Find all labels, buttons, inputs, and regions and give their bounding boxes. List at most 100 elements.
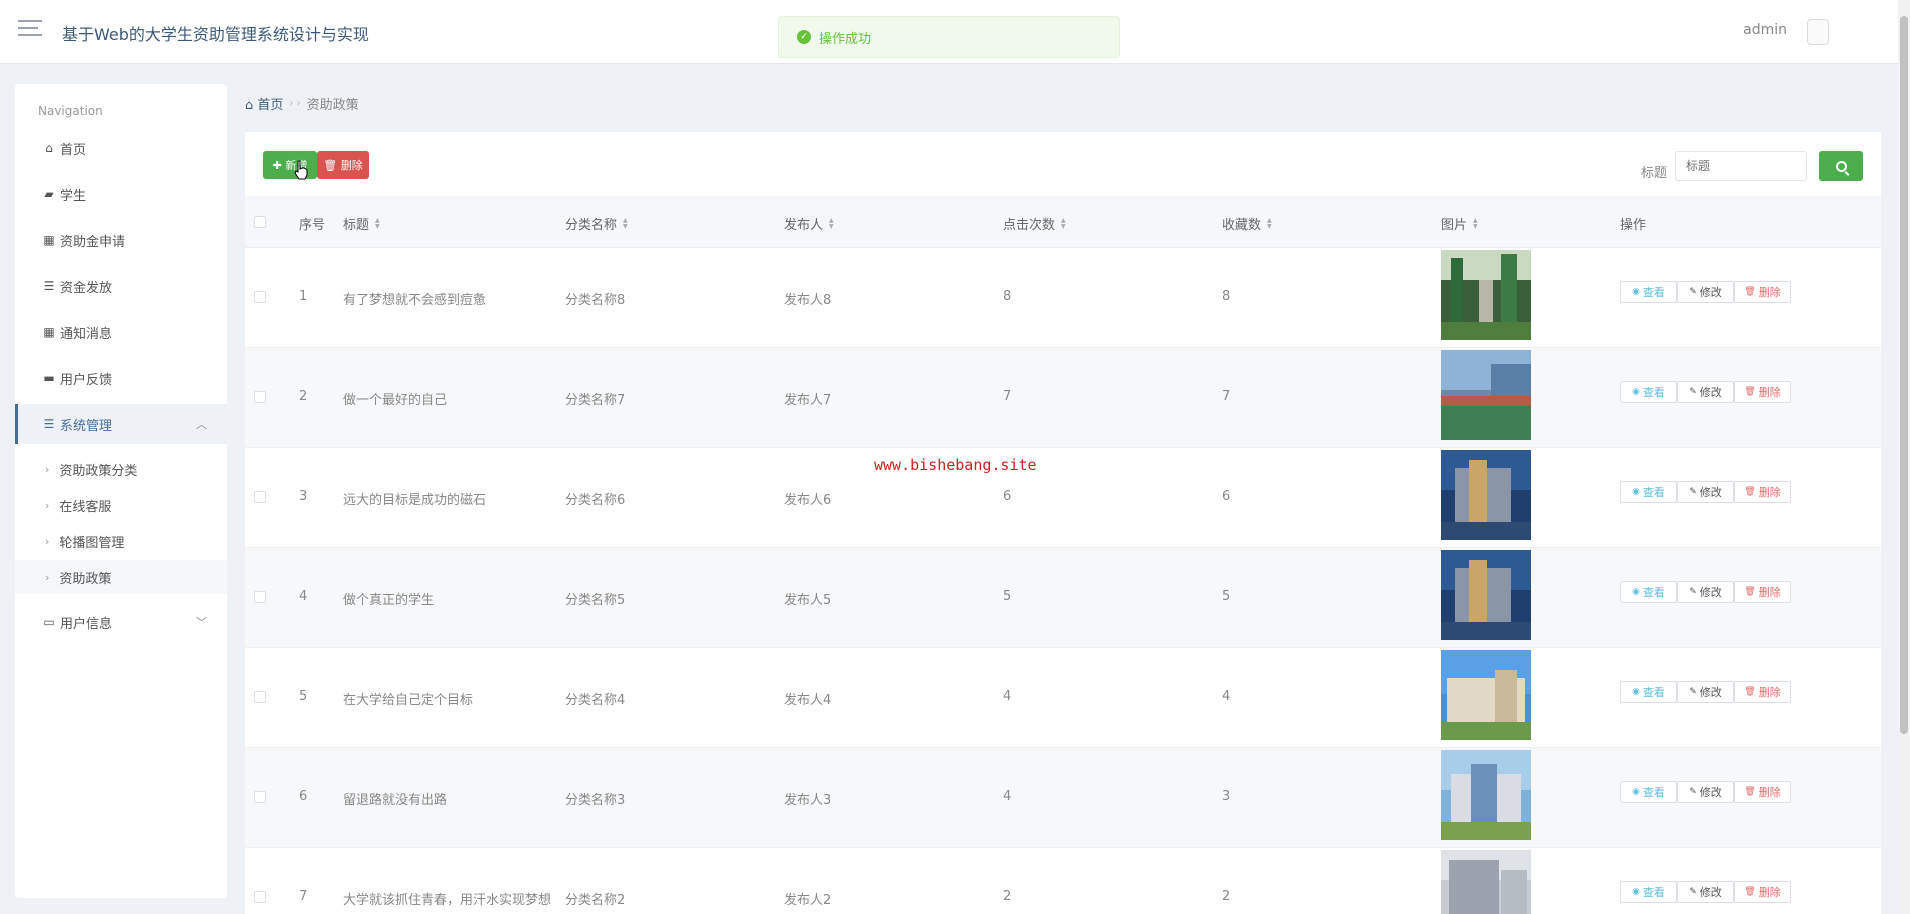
sort-icon[interactable]: ▲ ▼ [1473, 217, 1478, 230]
sort-icon[interactable]: ▲ ▼ [375, 217, 380, 230]
edit-button[interactable]: ✎ 修改 [1677, 481, 1734, 503]
view-button[interactable]: ◉ 查看 [1620, 681, 1677, 703]
edit-button[interactable]: ✎ 修改 [1677, 781, 1734, 803]
row-delete-button[interactable]: 🗑 删除 [1734, 381, 1791, 403]
view-button[interactable]: ◉ 查看 [1620, 881, 1677, 903]
row-checkbox[interactable] [254, 591, 266, 603]
sidebar-subitem-label: 资助政策 [59, 571, 112, 587]
row-checkbox[interactable] [254, 291, 266, 303]
sidebar-item-label: 资金发放 [60, 280, 113, 296]
edit-button[interactable]: ✎ 修改 [1677, 581, 1734, 603]
hamburger-menu-icon[interactable] [18, 20, 42, 40]
home-icon: ⌂ [45, 141, 53, 155]
nav-heading: Navigation [38, 104, 103, 118]
view-button[interactable]: ◉ 查看 [1620, 781, 1677, 803]
search-input[interactable] [1675, 151, 1807, 181]
edit-button[interactable]: ✎ 修改 [1677, 281, 1734, 303]
edit-button[interactable]: ✎ 修改 [1677, 881, 1734, 903]
column-index: 序号 [299, 218, 326, 233]
edit-button[interactable]: ✎ 修改 [1677, 381, 1734, 403]
cell-publisher: 发布人5 [784, 593, 832, 608]
printer-icon: ▬ [43, 371, 55, 385]
column-publisher[interactable]: 发布人 ▲ ▼ [784, 214, 834, 233]
table-row: 5 在大学给自己定个目标 分类名称4 发布人4 4 4 ◉ 查看 ✎ 修改 🗑 删除 [245, 648, 1881, 748]
row-delete-button[interactable]: 🗑 删除 [1734, 781, 1791, 803]
sidebar-subitem-policy-category[interactable]: › 资助政策分类 [15, 452, 227, 486]
row-delete-button[interactable]: 🗑 删除 [1734, 481, 1791, 503]
sidebar-item-feedback[interactable]: ▬ 用户反馈 [15, 358, 227, 398]
cell-index: 3 [299, 489, 308, 504]
plus-icon: ✚ [272, 158, 286, 172]
sidebar-item-home[interactable]: ⌂ 首页 [15, 128, 227, 168]
sidebar-item-system-management[interactable]: ☰ 系统管理 ︿ [15, 404, 227, 444]
breadcrumb-current: 资助政策 [306, 98, 359, 113]
select-all-checkbox[interactable] [254, 216, 266, 228]
view-button[interactable]: ◉ 查看 [1620, 381, 1677, 403]
sort-icon[interactable]: ▲ ▼ [1267, 217, 1272, 230]
view-button[interactable]: ◉ 查看 [1620, 581, 1677, 603]
add-button[interactable]: ✚ 新增 [263, 151, 317, 179]
view-button[interactable]: ◉ 查看 [1620, 281, 1677, 303]
chevron-right-icon: › [45, 462, 50, 476]
row-checkbox[interactable] [254, 691, 266, 703]
sidebar-item-fund-distribution[interactable]: ☰ 资金发放 [15, 266, 227, 306]
edit-icon: ✎ [1689, 687, 1697, 697]
edit-icon: ✎ [1689, 287, 1697, 297]
cell-favorites: 4 [1222, 689, 1231, 704]
row-checkbox[interactable] [254, 791, 266, 803]
sidebar-subitem-aid-policy[interactable]: › 资助政策 [15, 560, 227, 594]
edit-icon: ✎ [1689, 487, 1697, 497]
scrollbar-thumb[interactable] [1900, 16, 1908, 734]
view-button[interactable]: ◉ 查看 [1620, 481, 1677, 503]
table-row: 7 大学就该抓住青春，用汗水实现梦想 分类名称2 发布人2 2 2 ◉ 查看 ✎ 修… [245, 848, 1881, 914]
eye-icon: ◉ [1632, 387, 1640, 397]
cell-favorites: 7 [1222, 389, 1231, 404]
delete-button[interactable]: 🗑 删除 [317, 151, 369, 179]
column-image[interactable]: 图片 ▲ ▼ [1441, 214, 1478, 233]
list-icon: ☰ [43, 417, 55, 431]
cell-category: 分类名称7 [565, 393, 626, 408]
cell-clicks: 6 [1003, 489, 1012, 504]
sidebar-item-aid-application[interactable]: ▦ 资助金申请 [15, 220, 227, 260]
sidebar-item-student[interactable]: ▰ 学生 [15, 174, 227, 214]
cell-index: 7 [299, 889, 308, 904]
cell-category: 分类名称5 [565, 593, 626, 608]
sidebar-subitem-online-service[interactable]: › 在线客服 [15, 488, 227, 522]
row-checkbox[interactable] [254, 391, 266, 403]
cell-publisher: 发布人4 [784, 693, 832, 708]
card-icon: ▭ [43, 615, 55, 629]
column-favorites[interactable]: 收藏数 ▲ ▼ [1222, 214, 1272, 233]
sort-icon[interactable]: ▲ ▼ [829, 217, 834, 230]
search-button[interactable] [1819, 151, 1863, 181]
edit-button[interactable]: ✎ 修改 [1677, 681, 1734, 703]
cell-category: 分类名称2 [565, 893, 626, 908]
main-panel: ✚ 新增 🗑 删除 标题 序号 标题▲▼ 分类名称▲▼ 发布人▲▼ 点击次数▲▼… [245, 132, 1881, 914]
row-checkbox[interactable] [254, 491, 266, 503]
row-delete-button[interactable]: 🗑 删除 [1734, 881, 1791, 903]
cell-clicks: 2 [1003, 889, 1012, 904]
breadcrumb-home[interactable]: ⌂ 首页 [245, 94, 283, 113]
column-category[interactable]: 分类名称 ▲ ▼ [565, 214, 628, 233]
user-name[interactable]: admin [1743, 22, 1787, 38]
row-delete-button[interactable]: 🗑 删除 [1734, 681, 1791, 703]
sidebar-subitem-carousel[interactable]: › 轮播图管理 [15, 524, 227, 558]
cell-index: 1 [299, 289, 308, 304]
app-title: 基于Web的大学生资助管理系统设计与实现 [62, 25, 369, 44]
sort-icon[interactable]: ▲ ▼ [623, 217, 628, 230]
page-scrollbar[interactable] [1898, 0, 1910, 914]
cell-publisher: 发布人7 [784, 393, 832, 408]
row-thumbnail-image [1441, 350, 1531, 440]
cell-publisher: 发布人3 [784, 793, 832, 808]
sort-icon[interactable]: ▲ ▼ [1061, 217, 1066, 230]
row-delete-button[interactable]: 🗑 删除 [1734, 281, 1791, 303]
column-title[interactable]: 标题 ▲ ▼ [343, 214, 380, 233]
row-checkbox[interactable] [254, 891, 266, 903]
cell-publisher: 发布人6 [784, 493, 832, 508]
eye-icon: ◉ [1632, 687, 1640, 697]
row-delete-button[interactable]: 🗑 删除 [1734, 581, 1791, 603]
cell-clicks: 5 [1003, 589, 1012, 604]
column-clicks[interactable]: 点击次数 ▲ ▼ [1003, 214, 1066, 233]
avatar[interactable] [1807, 19, 1829, 45]
sidebar-item-user-info[interactable]: ▭ 用户信息 ﹀ [15, 602, 227, 642]
sidebar-item-notifications[interactable]: ▦ 通知消息 [15, 312, 227, 352]
